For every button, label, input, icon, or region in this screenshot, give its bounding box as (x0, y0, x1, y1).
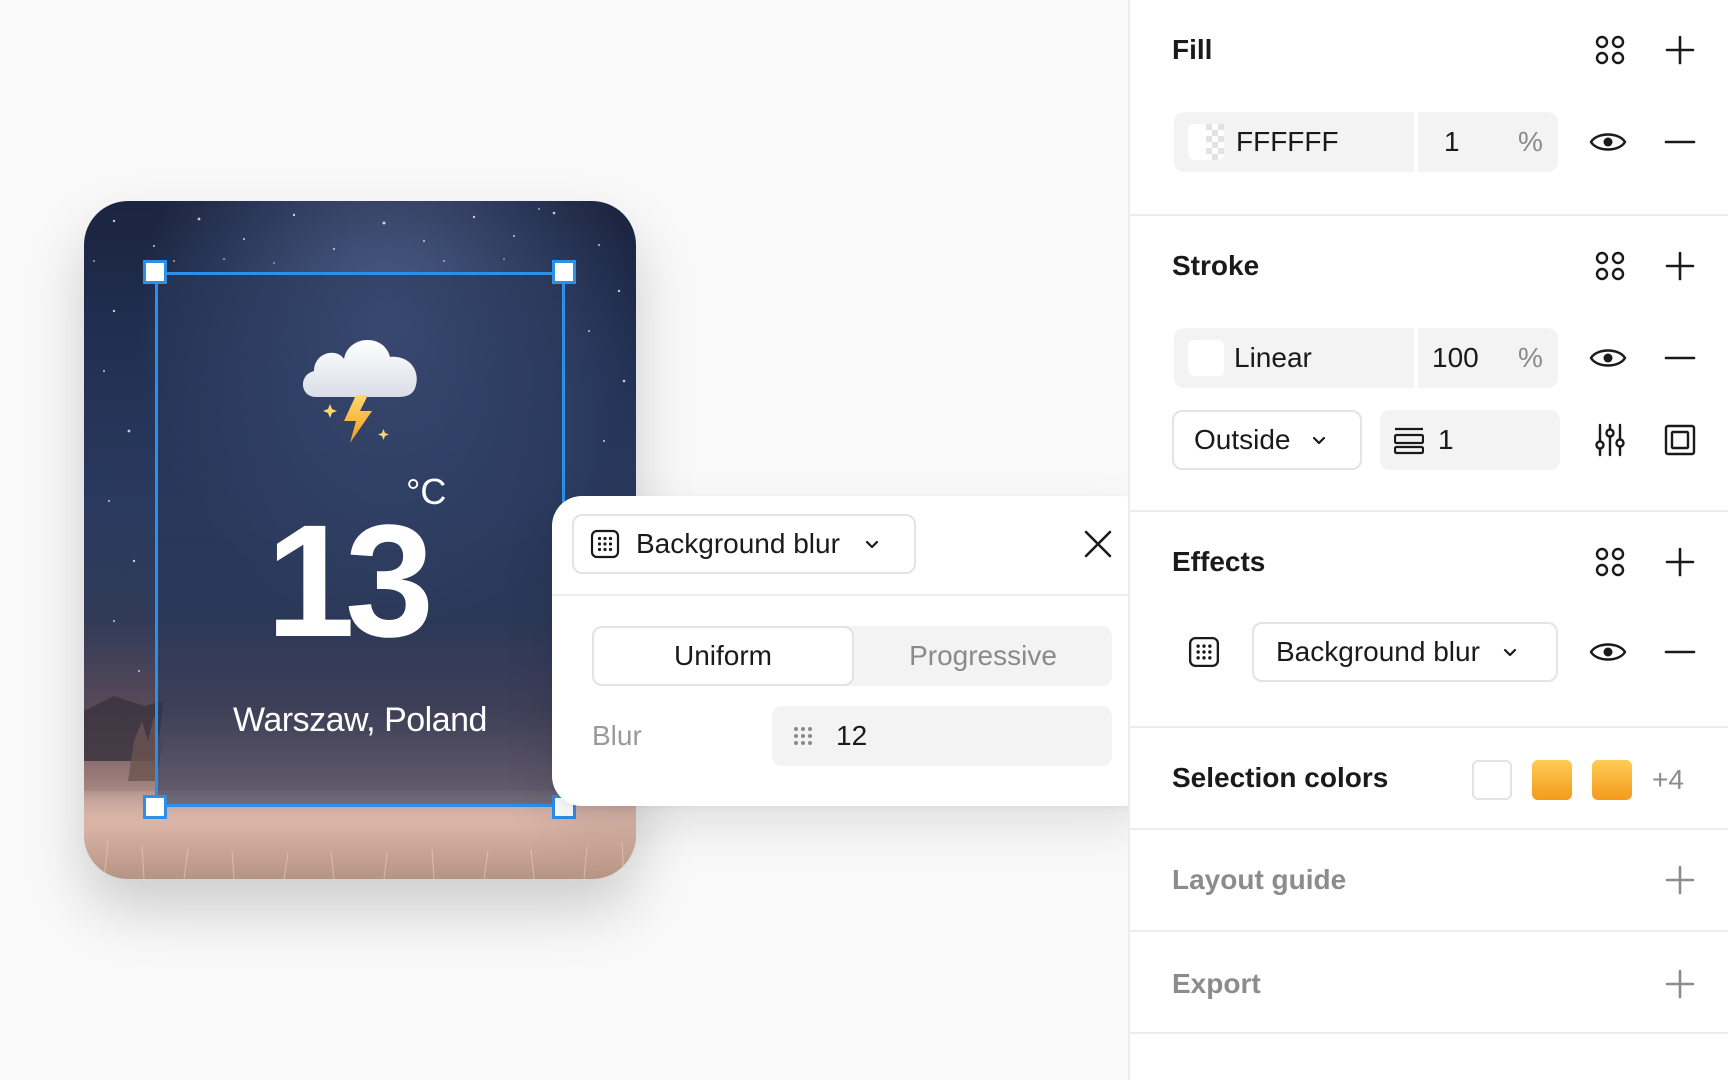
effect-settings-blur-icon[interactable] (1184, 632, 1224, 672)
stroke-position-dropdown[interactable]: Outside (1172, 410, 1362, 470)
fill-visibility-eye-icon[interactable] (1588, 122, 1628, 162)
effects-title: Effects (1172, 546, 1266, 577)
add-stroke-icon[interactable] (1660, 246, 1700, 286)
stroke-weight-field[interactable]: 1 (1380, 410, 1560, 470)
stroke-section: Stroke Linear 100 % Outside 1 (1130, 216, 1728, 512)
resize-handle-bottom-left[interactable] (143, 795, 167, 819)
resize-handle-top-left[interactable] (143, 260, 167, 284)
mode-progressive-button[interactable]: Progressive (854, 626, 1112, 686)
fill-percent-sign: % (1518, 126, 1543, 157)
blur-amount-input[interactable]: 12 (772, 706, 1112, 766)
selection-color-swatch-orange-2[interactable] (1592, 760, 1632, 800)
properties-panel: Fill FFFFFF 1 % Stroke Linear 100 % Outs… (1128, 0, 1728, 1080)
blur-mode-segmented-control: Uniform Progressive (592, 626, 1112, 686)
add-fill-icon[interactable] (1660, 30, 1700, 70)
mode-uniform-button[interactable]: Uniform (592, 626, 854, 686)
export-title: Export (1172, 968, 1261, 999)
add-effect-icon[interactable] (1660, 542, 1700, 582)
fill-color-field[interactable]: FFFFFF 1 % (1174, 112, 1558, 172)
stroke-percent-sign: % (1518, 342, 1543, 373)
blur-amount-row: Blur 12 (592, 706, 1112, 766)
remove-fill-icon[interactable] (1660, 122, 1700, 162)
stroke-opacity-value[interactable]: 100 (1432, 328, 1479, 388)
fill-title: Fill (1172, 34, 1213, 65)
resize-handle-top-right[interactable] (552, 260, 576, 284)
selection-colors-title: Selection colors (1172, 762, 1389, 793)
chevron-down-icon (1503, 648, 1517, 657)
blur-label: Blur (592, 720, 642, 751)
add-layout-guide-icon[interactable] (1660, 860, 1700, 900)
fill-opacity-value[interactable]: 1 (1444, 112, 1460, 172)
layout-guide-title: Layout guide (1172, 864, 1347, 895)
selection-colors-section: Selection colors +4 (1130, 728, 1728, 830)
add-export-icon[interactable] (1660, 964, 1700, 1004)
blur-grid-icon (590, 529, 620, 559)
stroke-title: Stroke (1172, 250, 1260, 281)
remove-stroke-icon[interactable] (1660, 338, 1700, 378)
effect-type-value: Background blur (1276, 636, 1480, 667)
fill-section: Fill FFFFFF 1 % (1130, 0, 1728, 216)
export-section: Export (1130, 932, 1728, 1034)
drag-dots-icon[interactable] (792, 725, 814, 747)
styles-grid-icon[interactable] (1590, 246, 1630, 286)
more-colors-count[interactable]: +4 (1652, 764, 1684, 796)
stroke-type-value: Linear (1234, 342, 1312, 373)
chevron-down-icon (1312, 436, 1325, 445)
layout-guide-section: Layout guide (1130, 830, 1728, 932)
stroke-settings-sliders-icon[interactable] (1590, 420, 1630, 460)
thunderstorm-cloud-icon (302, 339, 417, 443)
effect-visibility-eye-icon[interactable] (1588, 632, 1628, 672)
stroke-visibility-eye-icon[interactable] (1588, 338, 1628, 378)
stroke-position-value: Outside (1194, 424, 1291, 455)
stroke-color-field[interactable]: Linear 100 % (1174, 328, 1558, 388)
close-icon[interactable] (1078, 524, 1118, 564)
selection-color-swatch-orange-1[interactable] (1532, 760, 1572, 800)
fill-color-swatch[interactable] (1188, 112, 1224, 172)
styles-grid-icon[interactable] (1590, 542, 1630, 582)
effect-type-dropdown[interactable]: Background blur (1252, 622, 1558, 682)
effect-type-dropdown[interactable]: Background blur (572, 514, 916, 574)
styles-grid-icon[interactable] (1590, 30, 1630, 70)
stroke-weight-value: 1 (1438, 424, 1454, 455)
blur-amount-value: 12 (836, 720, 868, 751)
fill-hex-value: FFFFFF (1236, 126, 1339, 157)
stroke-color-swatch[interactable] (1188, 328, 1224, 388)
blur-effect-popover: Background blur Uniform Progressive Blur… (552, 496, 1152, 806)
transparency-swatch-icon (1188, 124, 1224, 160)
effects-section: Effects Background blur (1130, 512, 1728, 728)
stroke-weight-icon (1394, 410, 1424, 470)
stroke-sides-frame-icon[interactable] (1660, 420, 1700, 460)
selection-color-swatch-white[interactable] (1472, 760, 1512, 800)
effect-type-label: Background blur (636, 528, 840, 559)
remove-effect-icon[interactable] (1660, 632, 1700, 672)
popover-header: Background blur (552, 496, 1152, 596)
chevron-down-icon (865, 540, 879, 549)
